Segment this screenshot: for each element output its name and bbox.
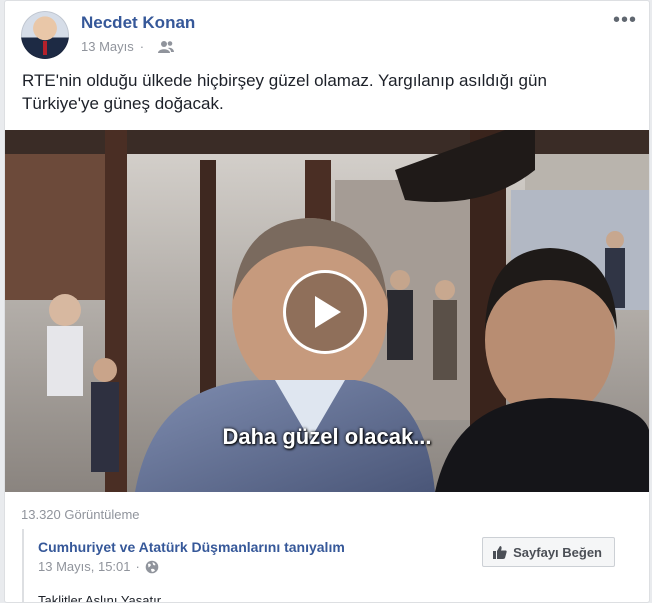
shared-post: Cumhuriyet ve Atatürk Düşmanlarını tanıy… xyxy=(22,529,634,603)
shared-separator: · xyxy=(135,559,140,574)
avatar-tie xyxy=(43,41,47,55)
friends-icon[interactable] xyxy=(158,40,175,54)
post-meta: 13 Mayıs · xyxy=(81,39,175,54)
view-count: 13.320 Görüntüleme xyxy=(21,507,140,522)
like-page-label: Sayfayı Beğen xyxy=(513,544,602,560)
video-caption: Daha güzel olacak... xyxy=(222,424,432,449)
video-player[interactable]: Daha güzel olacak... xyxy=(5,130,649,492)
play-icon xyxy=(315,296,341,328)
play-button[interactable] xyxy=(283,270,367,354)
author-name[interactable]: Necdet Konan xyxy=(81,13,195,33)
shared-preview-text: Taklitler Aslını Yaşatır xyxy=(38,593,162,603)
author-avatar[interactable] xyxy=(21,11,69,59)
meta-separator: · xyxy=(139,39,145,54)
post-text: RTE'nin olduğu ülkede hiçbirşey güzel ol… xyxy=(22,71,547,113)
like-page-button[interactable]: Sayfayı Beğen xyxy=(482,537,615,567)
shared-meta: 13 Mayıs, 15:01 · xyxy=(38,559,159,574)
shared-page-name[interactable]: Cumhuriyet ve Atatürk Düşmanlarını tanıy… xyxy=(38,539,345,555)
globe-icon[interactable] xyxy=(145,560,159,574)
shared-date[interactable]: 13 Mayıs, 15:01 xyxy=(38,559,131,574)
more-options-icon[interactable]: ••• xyxy=(613,10,637,30)
post-card: Necdet Konan 13 Mayıs · ••• RTE'nin oldu… xyxy=(4,0,650,603)
thumbs-up-icon xyxy=(493,546,507,559)
post-date[interactable]: 13 Mayıs xyxy=(81,39,134,54)
